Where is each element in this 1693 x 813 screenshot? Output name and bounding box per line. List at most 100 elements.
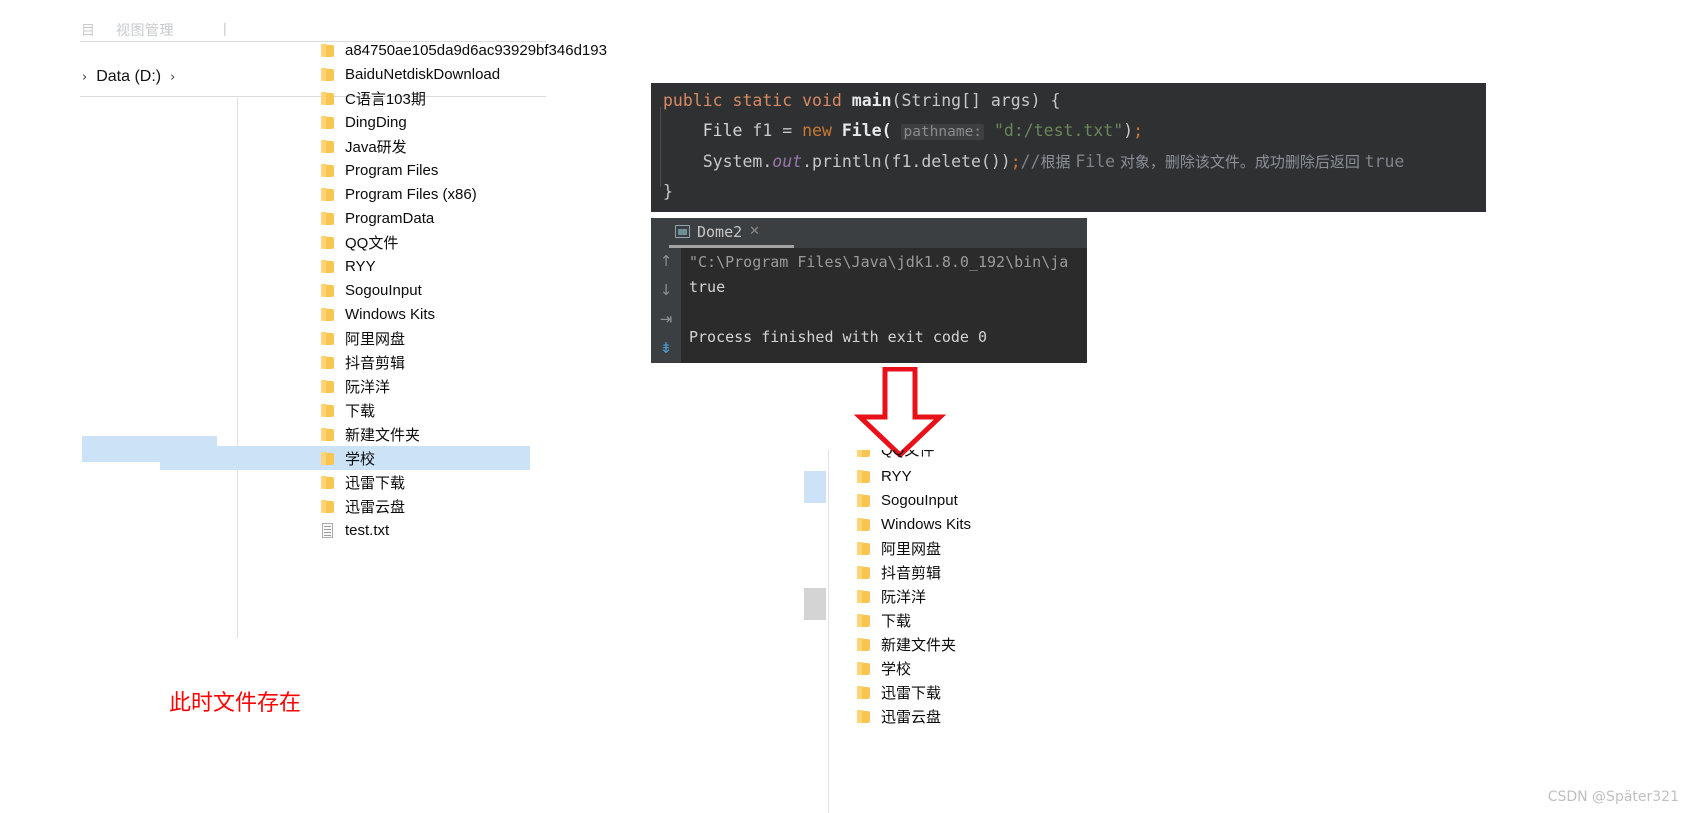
list-item-label: 迅雷下载 (881, 684, 942, 702)
text-file-icon (320, 522, 336, 538)
list-item[interactable]: QQ文件 (240, 230, 546, 254)
console-tab-bar[interactable]: Dome2 ✕ (651, 218, 1087, 245)
breadcrumb-leading-chevron-icon[interactable]: › (82, 71, 87, 84)
console-result-value: true (689, 278, 726, 296)
param-hint-pathname: pathname: (901, 124, 985, 140)
list-item[interactable]: 阿里网盘 (240, 326, 546, 350)
list-item[interactable]: ProgramData (240, 206, 546, 230)
folder-icon (320, 186, 336, 202)
console-exit-line: Process finished with exit code 0 (689, 328, 988, 346)
list-item-label: 阮洋洋 (881, 588, 927, 606)
ribbon-fragment-1: 目 (81, 22, 96, 38)
folder-icon (856, 516, 872, 532)
list-item-label: 迅雷云盘 (881, 708, 942, 726)
console-output[interactable]: "C:\Program Files\Java\jdk1.8.0_192\bin\… (681, 248, 1087, 363)
folder-icon (320, 66, 336, 82)
clipped-list-item[interactable]: QQ文件 (846, 450, 1090, 464)
clipped-item-label: QQ文件 (881, 450, 935, 459)
list-item[interactable]: 阮洋洋 (846, 584, 1090, 608)
right-nav-inactive-highlight[interactable] (804, 588, 826, 620)
folder-icon (320, 450, 336, 466)
list-item[interactable]: RYY (846, 464, 1090, 488)
scroll-to-end-icon[interactable]: ⇟ (657, 339, 675, 357)
list-item-label: SogouInput (345, 281, 422, 299)
file-list-after-delete[interactable]: QQ文件 RYY SogouInput Windows Kits 阿里网盘 抖音剪辑阮洋… (846, 450, 1090, 728)
list-item[interactable]: 迅雷云盘 (240, 494, 546, 518)
list-item[interactable]: Windows Kits (240, 302, 546, 326)
list-item[interactable]: 抖音剪辑 (240, 350, 546, 374)
folder-icon (856, 588, 872, 604)
list-item-label: 下载 (345, 402, 376, 420)
folder-icon (320, 402, 336, 418)
folder-icon (320, 210, 336, 226)
file-list[interactable]: a84750ae105da9d6ac93929bf346d193 BaiduNet… (160, 38, 607, 542)
list-item[interactable]: 抖音剪辑 (846, 560, 1090, 584)
list-item-label: 迅雷云盘 (345, 498, 406, 516)
list-item-label: 阮洋洋 (345, 378, 391, 396)
code-content[interactable]: public static void main(String[] args) {… (663, 86, 1404, 207)
list-item[interactable]: 新建文件夹 (240, 422, 546, 446)
list-item-label: RYY (881, 467, 912, 485)
list-item[interactable]: 迅雷云盘 (846, 704, 1090, 728)
list-item-label: 迅雷下载 (345, 474, 406, 492)
list-item[interactable]: 学校 (160, 446, 530, 470)
list-item[interactable]: SogouInput (846, 488, 1090, 512)
string-literal-path: "d:/test.txt" (993, 121, 1124, 140)
list-item-label: ProgramData (345, 209, 435, 227)
semicolon-line3: ; (1010, 152, 1021, 171)
list-item[interactable]: Program Files (x86) (240, 182, 546, 206)
ribbon-fragment-3: | (223, 20, 228, 36)
ribbon-strip: 目 视图管理 | (80, 18, 546, 40)
list-item-label: Windows Kits (345, 305, 436, 323)
breadcrumb-item-data-d[interactable]: Data (D:) (96, 68, 161, 86)
type-file: File (702, 121, 743, 140)
arrow-up-icon[interactable]: ↑ (657, 252, 675, 270)
ribbon-fragment-2: 视图管理 (116, 22, 174, 38)
list-item[interactable]: 迅雷下载 (846, 680, 1090, 704)
folder-icon (320, 354, 336, 370)
comment-text-b: 对象，删除该文件。成功删除后返回 (1115, 153, 1365, 171)
soft-wrap-icon[interactable]: ⇥ (657, 310, 675, 328)
list-item-label: QQ文件 (345, 234, 399, 252)
list-item[interactable]: 下载 (846, 608, 1090, 632)
list-item[interactable]: test.txt (240, 518, 546, 542)
list-item[interactable]: 新建文件夹 (846, 632, 1090, 656)
method-name-main: main (851, 91, 892, 110)
right-nav-selection-highlight[interactable] (804, 471, 826, 503)
left-file-explorer: 目 视图管理 | › Data (D:) › a84750ae105da9d6a… (80, 18, 607, 716)
keyword-new: new (802, 121, 832, 140)
code-line-3: System.out.println(f1.delete());//根据 Fil… (663, 152, 1405, 171)
list-item[interactable]: C语言103期 (240, 86, 546, 110)
list-item[interactable]: RYY (240, 254, 546, 278)
list-item[interactable]: 阮洋洋 (240, 374, 546, 398)
list-item[interactable]: a84750ae105da9d6ac93929bf346d193 (240, 38, 607, 62)
red-down-arrow (852, 366, 948, 459)
list-item[interactable]: 迅雷下载 (240, 470, 546, 494)
nav-pane-divider (237, 98, 238, 638)
code-editor-panel[interactable]: public static void main(String[] args) {… (651, 83, 1486, 212)
code-line-2: File f1 = new File( pathname: "d:/test.t… (663, 121, 1143, 140)
breadcrumb-trailing-chevron-icon[interactable]: › (170, 71, 175, 84)
constructor-file: File( (831, 121, 892, 140)
list-item[interactable]: DingDing (240, 110, 546, 134)
list-item-label: 抖音剪辑 (345, 354, 406, 372)
console-toolbar[interactable]: ↑ ↓ ⇥ ⇟ (651, 248, 681, 363)
folder-icon (856, 612, 872, 628)
list-item[interactable]: Program Files (240, 158, 546, 182)
folder-icon (320, 378, 336, 394)
list-item-label: 新建文件夹 (345, 426, 421, 444)
folder-icon (320, 498, 336, 514)
list-item[interactable]: Windows Kits (846, 512, 1090, 536)
arrow-down-icon[interactable]: ↓ (657, 281, 675, 299)
list-item[interactable]: Java研发 (240, 134, 546, 158)
list-item[interactable]: BaiduNetdiskDownload (240, 62, 546, 86)
run-console-panel[interactable]: Dome2 ✕ ↑ ↓ ⇥ ⇟ "C:\Program Files\Java\jdk1… (651, 218, 1087, 363)
console-tab-label[interactable]: Dome2 (697, 223, 742, 241)
list-item[interactable]: SogouInput (240, 278, 546, 302)
folder-icon (320, 426, 336, 442)
close-icon[interactable]: ✕ (749, 224, 760, 239)
keyword-void: void (802, 91, 842, 110)
list-item[interactable]: 下载 (240, 398, 546, 422)
list-item[interactable]: 阿里网盘 (846, 536, 1090, 560)
list-item[interactable]: 学校 (846, 656, 1090, 680)
